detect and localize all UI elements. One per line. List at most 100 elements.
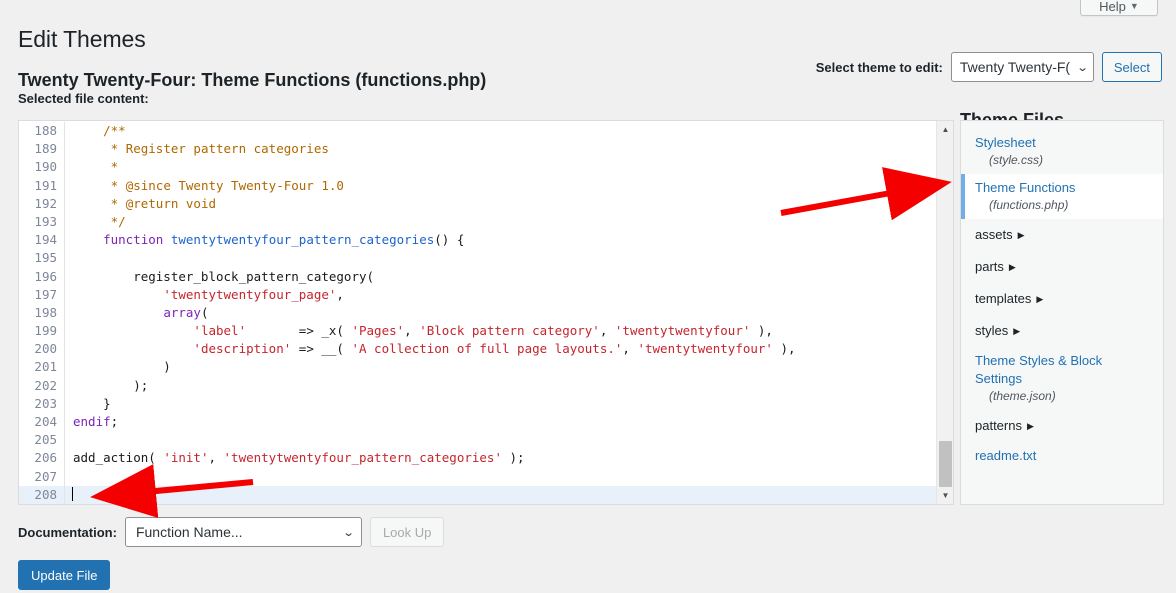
theme-files-item-readme-txt[interactable]: readme.txt — [961, 442, 1163, 470]
line-number: 201 — [19, 358, 65, 377]
edit-themes-page: Help ▼ Edit Themes Twenty Twenty-Four: T… — [0, 0, 1176, 593]
line-number: 202 — [19, 376, 65, 395]
line-number: 192 — [19, 194, 65, 213]
code-token: ( — [200, 304, 209, 320]
line-number: 204 — [19, 413, 65, 432]
code-token: */ — [110, 213, 126, 229]
chevron-down-icon: ▼ — [1129, 1, 1139, 11]
file-name: Theme Functions — [975, 180, 1076, 195]
documentation-select[interactable]: Function Name... ⌄ — [124, 517, 362, 547]
code-line: 199 'label' => _x( 'Pages', 'Block patte… — [19, 322, 936, 341]
theme-files-list: Stylesheet (style.css) Theme Functions (fun… — [960, 120, 1164, 505]
code-line-text: array( — [65, 304, 208, 322]
code-line: 205 — [19, 431, 936, 450]
select-theme-button[interactable]: Select — [1101, 52, 1162, 82]
documentation-row: Documentation: Function Name... ⌄ Look U… — [18, 517, 445, 547]
line-number: 200 — [19, 340, 65, 359]
theme-files-folder-styles[interactable]: styles ▶ — [961, 315, 1163, 347]
scroll-up-arrow-icon[interactable]: ▲ — [937, 121, 953, 138]
code-token: 'twentytwentyfour_pattern_categories' — [223, 450, 502, 466]
look-up-button[interactable]: Look Up — [369, 517, 445, 547]
code-line-text: * @return void — [65, 195, 216, 213]
theme-files-item-theme-styles-block-settings[interactable]: Theme Styles & Block Settings (theme.json… — [961, 347, 1163, 410]
theme-files-folder-templates[interactable]: templates ▶ — [961, 283, 1163, 315]
code-token: array — [163, 304, 201, 320]
code-token: 'twentytwentyfour' — [637, 341, 773, 357]
file-path: (style.css) — [989, 153, 1043, 167]
code-line-text: */ — [65, 213, 126, 231]
folder-name: patterns — [975, 418, 1022, 433]
chevron-down-icon: ⌄ — [1076, 61, 1089, 74]
code-line: 196 register_block_pattern_category( — [19, 267, 936, 286]
code-line: 195 — [19, 249, 936, 268]
theme-select-value: Twenty Twenty-F( — [959, 59, 1071, 75]
code-token: 'init' — [163, 450, 209, 466]
code-token: * — [110, 159, 119, 175]
theme-files-folder-parts[interactable]: parts ▶ — [961, 251, 1163, 283]
code-line-text: * Register pattern categories — [65, 140, 329, 158]
code-line-text: register_block_pattern_category( — [65, 268, 374, 286]
code-token: } — [73, 395, 111, 411]
code-line: 207 — [19, 467, 936, 486]
line-number: 191 — [19, 176, 65, 195]
code-line-text: add_action( 'init', 'twentytwentyfour_pa… — [65, 449, 525, 467]
code-line: 197 'twentytwentyfour_page', — [19, 285, 936, 304]
line-number: 208 — [19, 485, 65, 504]
code-line-text: 'label' => _x( 'Pages', 'Block pattern c… — [65, 322, 773, 340]
folder-name: templates — [975, 291, 1032, 306]
theme-files-folder-assets[interactable]: assets ▶ — [961, 219, 1163, 251]
theme-files-folder-patterns[interactable]: patterns ▶ — [961, 410, 1163, 442]
code-token: 'label' — [193, 323, 247, 339]
code-token: 'Pages' — [351, 323, 405, 339]
code-line: 202 ); — [19, 376, 936, 395]
code-token: 'twentytwentyfour' — [614, 323, 751, 339]
code-token: ); — [501, 450, 525, 466]
theme-selector-row: Select theme to edit: Twenty Twenty-F( ⌄… — [816, 52, 1162, 82]
line-number: 197 — [19, 285, 65, 304]
triangle-right-icon: ▶ — [1013, 326, 1021, 336]
code-token: ; — [110, 414, 119, 429]
code-line-text: /** — [65, 122, 126, 140]
code-token: * @since Twenty Twenty-Four 1.0 — [110, 177, 344, 193]
triangle-right-icon: ▶ — [1008, 262, 1016, 272]
line-number: 195 — [19, 249, 65, 268]
selected-file-content-label: Selected file content: — [18, 91, 149, 106]
folder-name: assets — [975, 227, 1013, 242]
code-token: , — [622, 341, 638, 357]
code-token: ), — [772, 341, 796, 357]
code-token: 'A collection of full page layouts.' — [351, 341, 623, 357]
code-line-text — [65, 486, 73, 504]
scrollbar-thumb[interactable] — [939, 441, 952, 487]
editor-vertical-scrollbar[interactable]: ▲ ▼ — [936, 121, 953, 504]
code-editor-text-area[interactable]: 188 /** 189 * Register pattern categories… — [19, 121, 936, 504]
triangle-right-icon: ▶ — [1026, 421, 1034, 431]
code-line: 194 function twentytwentyfour_pattern_ca… — [19, 231, 936, 250]
code-editor[interactable]: 188 /** 189 * Register pattern categories… — [18, 120, 954, 505]
code-line-text: * — [65, 158, 119, 176]
code-line: 200 'description' => __( 'A collection o… — [19, 340, 936, 359]
theme-files-item-theme-functions[interactable]: Theme Functions (functions.php) — [961, 174, 1163, 219]
line-number: 199 — [19, 322, 65, 341]
documentation-select-value: Function Name... — [135, 524, 243, 540]
update-file-button[interactable]: Update File — [18, 560, 111, 590]
theme-files-item-stylesheet[interactable]: Stylesheet (style.css) — [961, 129, 1163, 174]
theme-select-dropdown[interactable]: Twenty Twenty-F( ⌄ — [950, 52, 1094, 82]
code-token: 'description' — [193, 341, 292, 357]
code-line: 201 ) — [19, 358, 936, 377]
scroll-down-arrow-icon[interactable]: ▼ — [937, 487, 953, 504]
code-token: twentytwentyfour_pattern_categories — [170, 232, 435, 248]
code-line: 193 */ — [19, 212, 936, 232]
help-button[interactable]: Help ▼ — [1080, 0, 1158, 16]
code-token: => _x( — [246, 323, 352, 339]
text-cursor — [72, 486, 73, 501]
line-number: 188 — [19, 122, 65, 141]
code-token: => __( — [291, 341, 352, 357]
code-token: register_block_pattern_category( — [73, 268, 375, 284]
code-line: 189 * Register pattern categories — [19, 140, 936, 159]
